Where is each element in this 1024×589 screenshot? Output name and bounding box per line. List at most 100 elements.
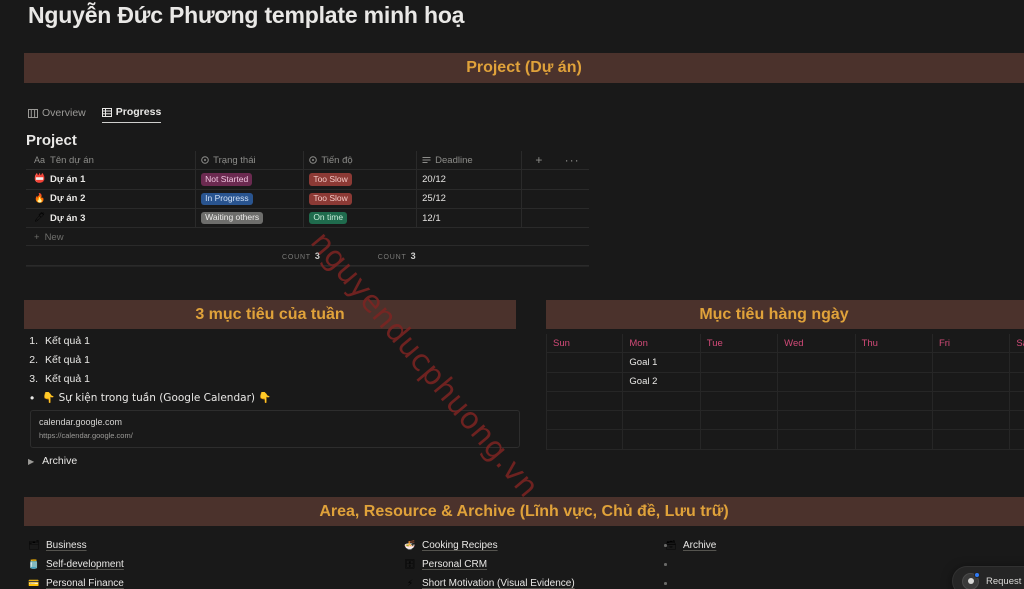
- column-header-progress[interactable]: Tiến độ: [303, 151, 416, 170]
- list-item[interactable]: 1. Kết quả 1: [26, 331, 526, 350]
- plus-icon: +: [34, 231, 40, 243]
- calendar-cell[interactable]: [546, 430, 624, 450]
- bullet-dot-icon: [664, 544, 667, 547]
- banner-project: Project (Dự án): [24, 53, 1024, 83]
- calendar-cell[interactable]: [778, 430, 856, 450]
- list-item-label: Archive: [683, 540, 717, 551]
- calendar-cell[interactable]: [932, 411, 1011, 431]
- row-emoji-icon: 🔥: [34, 193, 46, 204]
- column-header-name-label: Tên dự án: [50, 154, 94, 166]
- column-header-deadline[interactable]: Deadline: [416, 151, 521, 170]
- list-item[interactable]: 🍜 Cooking Recipes: [404, 536, 659, 555]
- list-item[interactable]: 🗄 Personal CRM: [404, 555, 659, 574]
- list-number: 1.: [29, 334, 38, 347]
- calendar-cell[interactable]: Goal 1: [623, 353, 701, 373]
- calendar-cell[interactable]: [778, 372, 856, 392]
- calendar-cell[interactable]: Goal 2: [623, 372, 701, 392]
- cell-name[interactable]: 🔥 Dự án 2: [26, 193, 195, 204]
- calendar-cell[interactable]: [1010, 373, 1024, 392]
- cell-progress[interactable]: Too Slow: [303, 170, 416, 189]
- cell-empty: [521, 170, 555, 189]
- cell-deadline[interactable]: 25/12: [416, 189, 521, 208]
- calendar-cell[interactable]: [700, 391, 779, 412]
- cell-status[interactable]: Waiting others: [195, 208, 303, 228]
- area-column-1: 🗂 Business 🫙 Self-development 💳 Personal…: [28, 536, 398, 589]
- table-row[interactable]: 🖊 Dự án 3 Waiting others On time 12/1: [26, 208, 589, 229]
- row-name-label: Dự án 2: [50, 193, 86, 205]
- calendar-cell[interactable]: [623, 391, 701, 412]
- calendar-row: [546, 411, 1024, 431]
- list-item-label: Personal CRM: [422, 559, 488, 570]
- cell-progress[interactable]: On time: [303, 208, 416, 228]
- calendar-cell[interactable]: [855, 430, 933, 450]
- list-item[interactable]: 🗃 Archive: [665, 536, 865, 555]
- calendar-cell[interactable]: [700, 430, 779, 450]
- tab-overview-label: Overview: [42, 107, 86, 119]
- calendar-cell[interactable]: [700, 372, 779, 392]
- tab-progress[interactable]: Progress: [101, 106, 162, 123]
- cell-progress[interactable]: Too Slow: [303, 189, 416, 208]
- cell-deadline[interactable]: 20/12: [416, 170, 521, 189]
- column-header-name[interactable]: Aa Tên dự án: [26, 155, 195, 166]
- footer-count-progress[interactable]: COUNT 3: [378, 251, 417, 261]
- calendar-cell[interactable]: [623, 430, 701, 450]
- calendar-cell[interactable]: [1010, 430, 1024, 450]
- calendar-cell[interactable]: [855, 353, 933, 373]
- archive-toggle[interactable]: ▶ Archive: [28, 455, 77, 467]
- calendar-cell[interactable]: [1010, 411, 1024, 431]
- list-item-calendar[interactable]: • 👇 Sự kiện trong tuần (Google Calendar)…: [26, 388, 526, 407]
- list-icon: [422, 156, 431, 164]
- calendar-cell[interactable]: [778, 353, 856, 373]
- calendar-cell[interactable]: [855, 411, 933, 431]
- table-more-options-button[interactable]: ···: [555, 151, 589, 169]
- calendar-cell[interactable]: [932, 430, 1011, 450]
- add-column-button[interactable]: +: [521, 151, 555, 170]
- calendar-cell[interactable]: [546, 391, 624, 412]
- table-row[interactable]: 🔥 Dự án 2 In Progress Too Slow 25/12: [26, 189, 589, 209]
- calendar-cell[interactable]: [855, 391, 933, 412]
- calendar-cell[interactable]: [855, 372, 933, 392]
- footer-count-label: COUNT: [377, 253, 407, 261]
- list-item[interactable]: ⚡ Short Motivation (Visual Evidence): [404, 574, 659, 589]
- calendar-cell[interactable]: [932, 372, 1011, 392]
- cell-deadline[interactable]: 12/1: [416, 208, 521, 228]
- cell-status[interactable]: Not Started: [195, 170, 303, 189]
- calendar-day-label: Wed: [784, 337, 804, 349]
- tab-overview[interactable]: Overview: [28, 107, 86, 123]
- new-row-button[interactable]: + New: [26, 229, 589, 246]
- calendar-cell[interactable]: [700, 353, 779, 373]
- notion-page: Nguyễn Đức Phương template minh hoạ Proj…: [0, 0, 1024, 589]
- cell-status[interactable]: In Progress: [195, 189, 303, 208]
- chevron-right-icon[interactable]: ▶: [28, 457, 34, 466]
- banner-weekly-label: 3 mục tiêu của tuần: [195, 305, 345, 323]
- list-item[interactable]: 💳 Personal Finance: [28, 574, 398, 589]
- list-item[interactable]: 🫙 Self-development: [28, 555, 398, 574]
- cell-name[interactable]: 📛 Dự án 1: [26, 174, 195, 185]
- calendar-cell[interactable]: [546, 372, 624, 392]
- calendar-cell[interactable]: [778, 391, 856, 412]
- link-preview-card[interactable]: calendar.google.com https://calendar.goo…: [30, 410, 520, 448]
- list-item[interactable]: 🗂 Business: [28, 536, 398, 555]
- calendar-cell[interactable]: [546, 353, 624, 373]
- table-row[interactable]: 📛 Dự án 1 Not Started Too Slow 20/12: [26, 170, 589, 190]
- cell-name[interactable]: 🖊 Dự án 3: [26, 213, 195, 224]
- file-cabinet-icon: 🗄: [404, 559, 416, 570]
- bullet-item: [660, 536, 667, 555]
- status-badge: In Progress: [201, 192, 253, 205]
- calendar-cell[interactable]: [546, 411, 624, 431]
- list-item[interactable]: 2. Kết quả 1: [26, 350, 526, 369]
- request-access-widget[interactable]: Request acc: [952, 566, 1024, 589]
- calendar-cell[interactable]: [932, 353, 1011, 373]
- calendar-cell[interactable]: [932, 391, 1011, 412]
- calendar-cell[interactable]: [700, 411, 779, 431]
- list-item[interactable]: 3. Kết quả 1: [26, 369, 526, 388]
- footer-count-status[interactable]: COUNT 3: [282, 251, 321, 261]
- calendar-cell[interactable]: [778, 411, 856, 431]
- cell-spacer: [555, 209, 589, 227]
- calendar-cell[interactable]: [1010, 353, 1024, 373]
- calendar-cell[interactable]: [623, 411, 701, 431]
- list-item-label: Business: [46, 540, 87, 551]
- calendar-cell[interactable]: [1010, 392, 1024, 412]
- column-header-status[interactable]: Trạng thái: [195, 151, 303, 170]
- status-dot-icon: [974, 571, 980, 578]
